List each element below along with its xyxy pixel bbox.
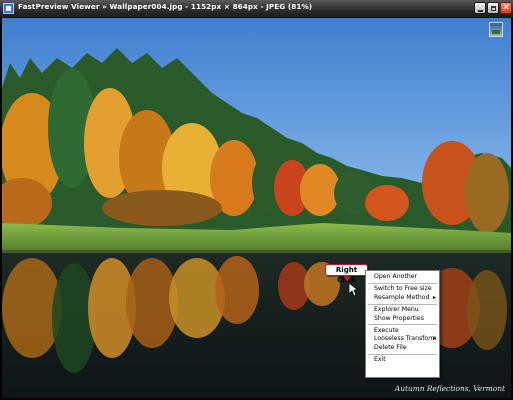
menu-item-show-properties[interactable]: Show Properties [366, 315, 439, 323]
menu-item-delete-file[interactable]: Delete File [366, 344, 439, 352]
menu-item-exit[interactable]: Exit [366, 356, 439, 364]
image-caption: Autumn Reflections, Vermont [394, 384, 505, 393]
minimize-icon [478, 10, 483, 12]
menu-item-looseless-transform[interactable]: Looseless Transform [366, 335, 439, 344]
minimize-button[interactable] [474, 2, 486, 14]
menu-separator [368, 353, 437, 355]
menu-separator [368, 282, 437, 284]
app-icon[interactable] [3, 3, 14, 14]
menu-item-explorer-menu[interactable]: Explorer Menu [366, 306, 439, 314]
maximize-icon [491, 6, 496, 11]
mouse-pointer-icon [349, 283, 358, 297]
app-window: FastPreview Viewer » Wallpaper004.jpg - … [0, 0, 513, 400]
menu-item-switch-to-free-size[interactable]: Switch to Free size [366, 285, 439, 293]
maximize-button[interactable] [487, 2, 499, 14]
window-title: FastPreview Viewer » Wallpaper004.jpg - … [18, 2, 313, 11]
menu-item-open-another[interactable]: Open Another [366, 273, 439, 281]
menu-item-execute[interactable]: Execute [366, 327, 439, 335]
menu-separator [368, 303, 437, 305]
menu-item-resample-method[interactable]: Resample Method [366, 294, 439, 303]
thumbnail-toggle-icon[interactable] [489, 22, 503, 37]
context-menu: Open Another Switch to Free size Resample … [365, 270, 440, 378]
close-button[interactable]: ✕ [500, 2, 512, 14]
menu-separator [368, 324, 437, 326]
title-bar[interactable]: FastPreview Viewer » Wallpaper004.jpg - … [0, 0, 513, 18]
close-icon: ✕ [502, 3, 510, 13]
callout-pointer [343, 275, 351, 282]
